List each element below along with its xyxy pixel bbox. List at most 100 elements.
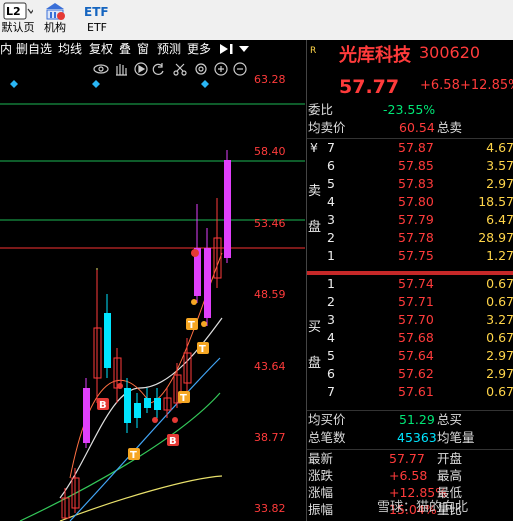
menu-item-more[interactable]: 更多 — [187, 41, 211, 57]
stat-label: 涨跌 — [308, 468, 334, 483]
price-tick: 43.64 — [254, 360, 286, 373]
ma-line-blue — [69, 357, 221, 521]
wei-bi-value: -23.55% — [383, 102, 436, 117]
order-price: 57.71 — [398, 294, 434, 309]
order-level: 5 — [327, 348, 335, 363]
total-buy-label: 总买 — [437, 412, 463, 427]
total-vol-row: 总笔数 45363 均笔量 — [307, 430, 513, 446]
institution-button[interactable]: 机构 — [38, 0, 72, 40]
top-toolbar: L2 默认页 机构 ETF ETF — [0, 0, 513, 40]
menu-item-overlay[interactable]: 叠 — [119, 41, 131, 57]
buy-order-row[interactable]: 1 57.74 0.67 — [307, 276, 513, 292]
order-volume: 3.27 — [486, 312, 513, 327]
order-price: 57.62 — [398, 366, 434, 381]
order-level: 4 — [327, 194, 335, 209]
avg-buy-label: 均买价 — [308, 412, 346, 427]
order-volume: 28.97 — [478, 230, 513, 245]
signal-dot — [191, 299, 197, 305]
menu-item-adjust[interactable]: 复权 — [89, 41, 113, 57]
svg-text:B: B — [169, 436, 177, 447]
order-price: 57.61 — [398, 384, 434, 399]
price-tick: 38.77 — [254, 431, 286, 444]
buy-order-row[interactable]: 6 57.62 2.97 — [307, 366, 513, 382]
total-vol-value: 45363 — [397, 430, 437, 445]
wei-bi-row: 委比 -23.55% — [307, 102, 513, 118]
price-tick: 53.46 — [254, 217, 286, 230]
menu-item-inner[interactable]: 内 — [0, 41, 12, 57]
order-price: 57.87 — [398, 140, 434, 155]
institution-label: 机构 — [44, 21, 66, 34]
price-tick: 63.28 — [254, 73, 286, 86]
candle-body — [204, 248, 211, 318]
l2-icon: L2 — [3, 2, 33, 20]
etf-label: ETF — [87, 21, 107, 34]
order-volume: 4.67 — [486, 140, 513, 155]
institution-icon — [46, 3, 65, 20]
buy-marker: B — [167, 434, 179, 447]
last-price: 57.77 — [339, 76, 400, 98]
trade-marker: T — [186, 318, 198, 331]
sell-order-row[interactable]: 2 57.78 28.97 — [307, 230, 513, 246]
sell-order-row[interactable]: 1 57.75 1.27 — [307, 248, 513, 264]
price-change-pct: +12.85% — [460, 78, 513, 93]
order-volume: 2.97 — [486, 176, 513, 191]
avg-sell-value: 60.54 — [399, 120, 435, 135]
order-price: 57.79 — [398, 212, 434, 227]
stat-label: 最新 — [308, 451, 334, 466]
menu-item-remove-watchlist[interactable]: 删自选 — [16, 41, 52, 57]
svg-text:T: T — [130, 450, 137, 461]
svg-text:L2: L2 — [6, 5, 21, 18]
dropdown-arrow-icon[interactable] — [238, 44, 250, 54]
order-price: 57.74 — [398, 276, 434, 291]
sell-order-row[interactable]: 6 57.85 3.57 — [307, 158, 513, 174]
candle-body — [144, 398, 151, 408]
menu-item-forecast[interactable]: 预测 — [157, 41, 181, 57]
currency-icon: ¥ — [310, 140, 318, 155]
buy-order-row[interactable]: 2 57.71 0.67 — [307, 294, 513, 310]
order-volume: 18.57 — [478, 194, 513, 209]
r-icon: R — [310, 46, 317, 56]
sell-order-row[interactable]: 4 57.80 18.57 — [307, 194, 513, 210]
order-volume: 2.97 — [486, 366, 513, 381]
order-level: 4 — [327, 330, 335, 345]
stat-row: 最新 57.77 开盘 — [307, 451, 513, 467]
kline-chart[interactable]: B B T T T T 63.28 58.40 53.46 48.59 43.6… — [0, 58, 305, 521]
order-volume: 0.67 — [486, 330, 513, 345]
diamond-marker — [10, 80, 18, 88]
price-change: +6.58 — [420, 78, 460, 93]
price-tick: 33.82 — [254, 502, 286, 515]
order-volume: 6.47 — [486, 212, 513, 227]
order-level: 2 — [327, 294, 335, 309]
buy-order-row[interactable]: 7 57.61 0.67 — [307, 384, 513, 400]
order-price: 57.70 — [398, 312, 434, 327]
order-volume: 0.67 — [486, 294, 513, 309]
default-page-button[interactable]: L2 默认页 — [0, 0, 36, 40]
order-level: 7 — [327, 140, 335, 155]
stock-name: 光库科技 — [339, 45, 411, 66]
watermark: 雪球：猫的向北 — [377, 500, 469, 515]
stat-label-2: 最高 — [437, 468, 463, 483]
panel-toggle-icon[interactable] — [219, 43, 235, 55]
trade-marker: T — [178, 391, 190, 404]
buy-order-row[interactable]: 4 57.68 0.67 — [307, 330, 513, 346]
order-price: 57.83 — [398, 176, 434, 191]
sell-order-row[interactable]: 5 57.83 2.97 — [307, 176, 513, 192]
candle-body — [134, 403, 141, 418]
sell-order-row[interactable]: ¥7 57.87 4.67 — [307, 140, 513, 156]
order-price: 57.64 — [398, 348, 434, 363]
order-level: 5 — [327, 176, 335, 191]
sell-order-row[interactable]: 3 57.79 6.47 — [307, 212, 513, 228]
etf-button[interactable]: ETF ETF — [80, 0, 114, 40]
buy-order-row[interactable]: 5 57.64 2.97 — [307, 348, 513, 364]
order-level: 7 — [327, 384, 335, 399]
menu-item-window[interactable]: 窗 — [137, 41, 149, 57]
order-level: 6 — [327, 158, 335, 173]
menu-item-moving-average[interactable]: 均线 — [58, 41, 82, 57]
order-level: 6 — [327, 366, 335, 381]
avg-buy-row: 均买价 51.29 总买 — [307, 412, 513, 428]
buy-order-row[interactable]: 3 57.70 3.27 — [307, 312, 513, 328]
avg-sell-label: 均卖价 — [308, 120, 346, 135]
svg-text:B: B — [99, 400, 107, 411]
ma-line-green — [19, 392, 221, 521]
stat-label: 振幅 — [308, 502, 334, 517]
